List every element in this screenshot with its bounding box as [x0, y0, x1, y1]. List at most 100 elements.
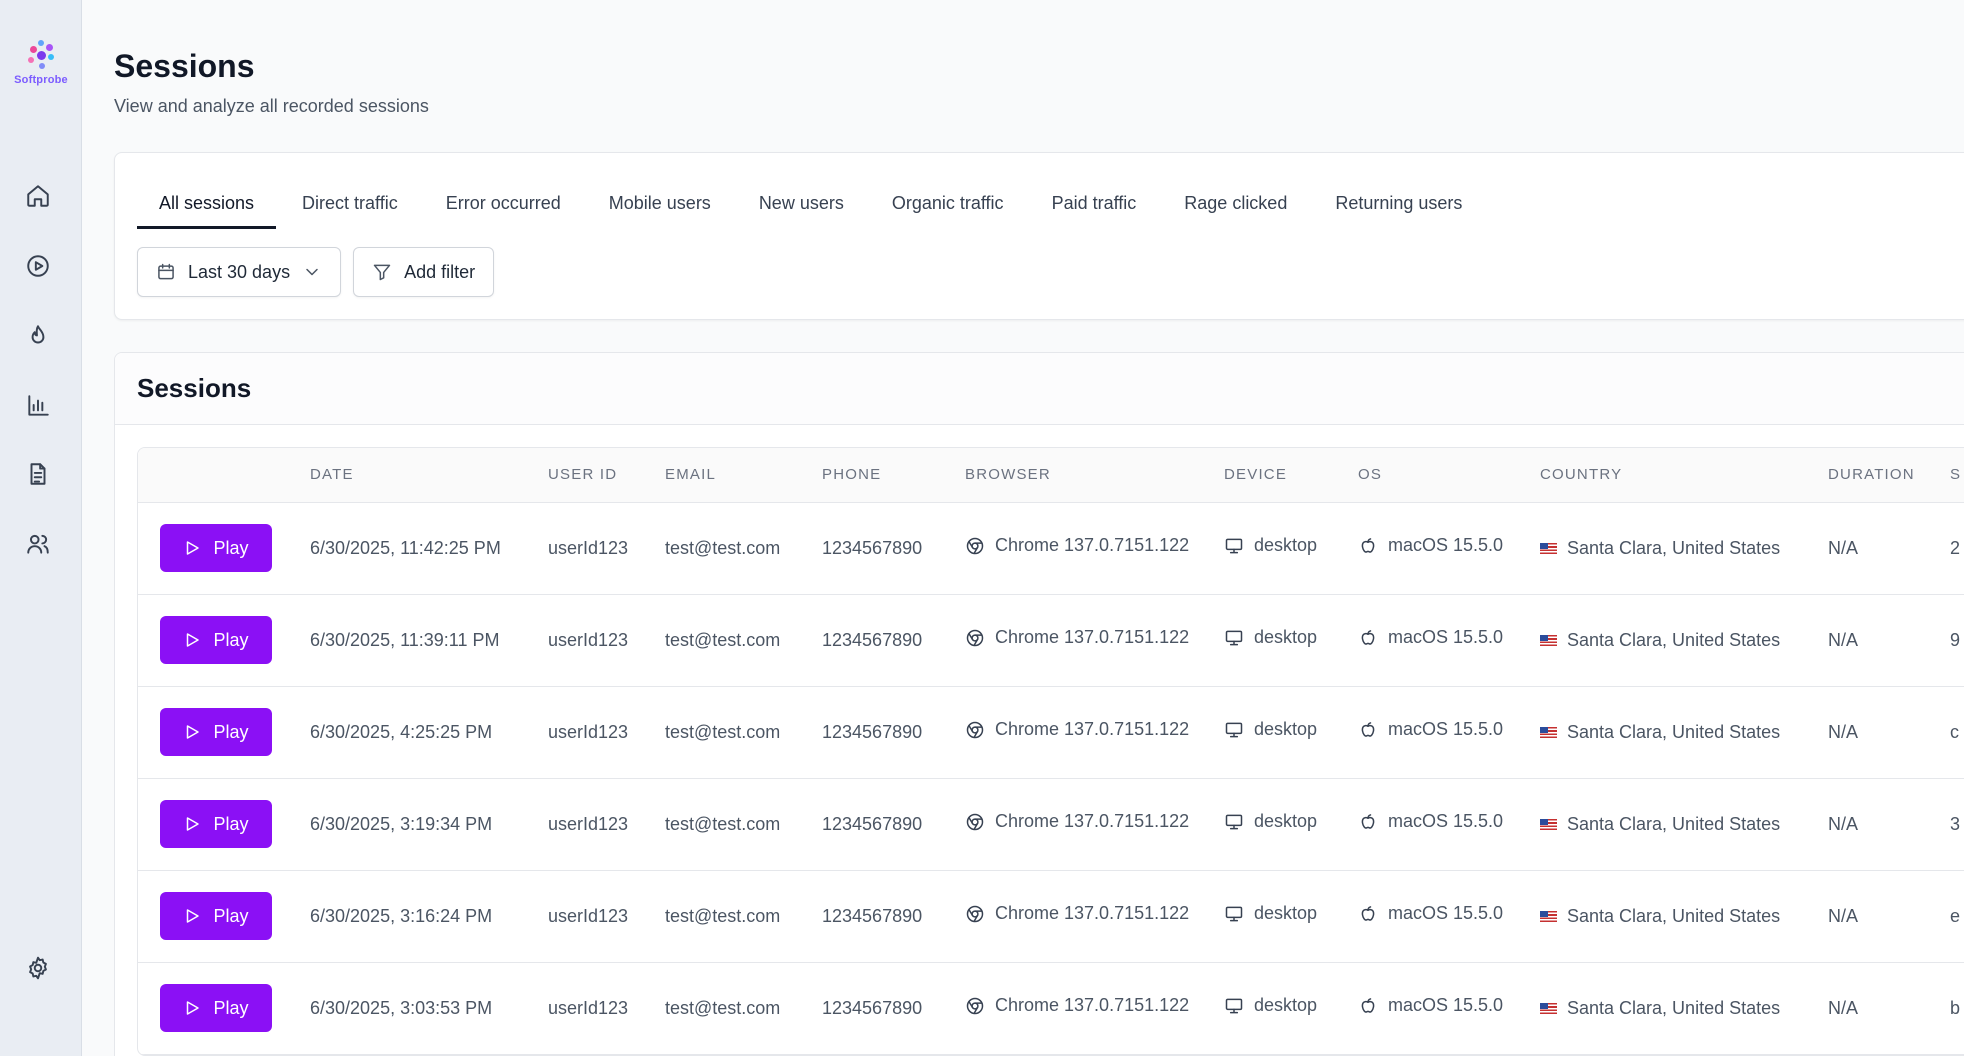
- column-header-phone[interactable]: PHONE: [822, 448, 965, 503]
- table-header-row: DATE USER ID EMAIL PHONE BROWSER DEVICE …: [138, 448, 1964, 503]
- os-label: macOS 15.5.0: [1388, 535, 1504, 556]
- device-label: desktop: [1254, 995, 1318, 1016]
- browser-cell: Chrome 137.0.7151.122: [965, 502, 1224, 594]
- sessions-table: DATE USER ID EMAIL PHONE BROWSER DEVICE …: [138, 448, 1964, 1055]
- tab-mobile-users[interactable]: Mobile users: [587, 181, 733, 229]
- user-id-cell: userId123: [548, 905, 629, 926]
- sidebar-item-replays[interactable]: [22, 250, 54, 282]
- play-icon: [187, 1001, 200, 1015]
- country-cell: Santa Clara, United States: [1540, 502, 1828, 594]
- country-label: Santa Clara, United States: [1567, 813, 1781, 834]
- play-button-label: Play: [213, 997, 249, 1018]
- sidebar-item-settings[interactable]: [22, 952, 54, 984]
- logo[interactable]: Softprobe: [10, 38, 72, 86]
- truncated-cell: 3: [1950, 813, 1961, 834]
- os-cell: macOS 15.5.0: [1358, 962, 1540, 1054]
- duration-cell: N/A: [1828, 537, 1859, 558]
- user-id-cell: userId123: [548, 537, 629, 558]
- play-icon: [187, 725, 200, 739]
- column-header-user-id[interactable]: USER ID: [548, 448, 665, 503]
- play-cell: Play: [138, 962, 310, 1054]
- country-label: Santa Clara, United States: [1567, 905, 1781, 926]
- chrome-icon: [966, 905, 984, 922]
- chrome-icon: [966, 721, 984, 738]
- apple-icon: [1361, 997, 1375, 1013]
- play-button-label: Play: [213, 905, 249, 926]
- device-cell: desktop: [1224, 502, 1358, 594]
- table-row[interactable]: Play 6/30/2025, 3:16:24 PM userId123 tes…: [138, 870, 1964, 962]
- date-cell: 6/30/2025, 3:03:53 PM: [310, 997, 493, 1018]
- tab-rage-clicked[interactable]: Rage clicked: [1162, 181, 1309, 229]
- play-button[interactable]: Play: [160, 800, 272, 848]
- chevron-down-icon: [306, 268, 318, 276]
- duration-cell: N/A: [1828, 813, 1859, 834]
- play-cell: Play: [138, 686, 310, 778]
- column-header-email[interactable]: EMAIL: [665, 448, 822, 503]
- users-icon: [27, 534, 49, 554]
- play-button[interactable]: Play: [160, 524, 272, 572]
- table-row[interactable]: Play 6/30/2025, 11:42:25 PM userId123 te…: [138, 502, 1964, 594]
- play-button[interactable]: Play: [160, 616, 272, 664]
- chrome-icon: [966, 537, 984, 554]
- phone-cell: 1234567890: [822, 537, 923, 558]
- browser-cell: Chrome 137.0.7151.122: [965, 778, 1224, 870]
- browser-label: Chrome 137.0.7151.122: [995, 811, 1190, 832]
- os-cell: macOS 15.5.0: [1358, 594, 1540, 686]
- date-range-select[interactable]: Last 30 days: [137, 247, 342, 297]
- tab-organic-traffic[interactable]: Organic traffic: [870, 181, 1026, 229]
- play-button[interactable]: Play: [160, 708, 272, 756]
- table-row[interactable]: Play 6/30/2025, 3:19:34 PM userId123 tes…: [138, 778, 1964, 870]
- desktop-icon: [1225, 722, 1243, 738]
- play-button[interactable]: Play: [160, 892, 272, 940]
- play-button-label: Play: [213, 813, 249, 834]
- table-row[interactable]: Play 6/30/2025, 11:39:11 PM userId123 te…: [138, 594, 1964, 686]
- tab-new-users[interactable]: New users: [737, 181, 866, 229]
- device-cell: desktop: [1224, 870, 1358, 962]
- sessions-card-title: Sessions: [137, 373, 252, 403]
- truncated-cell: e: [1950, 905, 1961, 926]
- bar-chart-icon: [28, 395, 49, 416]
- email-cell: test@test.com: [665, 813, 781, 834]
- column-header-device[interactable]: DEVICE: [1224, 448, 1358, 503]
- duration-cell: N/A: [1828, 905, 1859, 926]
- duration-cell: N/A: [1828, 721, 1859, 742]
- country-label: Santa Clara, United States: [1567, 997, 1781, 1018]
- sidebar-item-reports[interactable]: [22, 458, 54, 490]
- add-filter-button[interactable]: Add filter: [353, 247, 495, 297]
- us-flag-icon: [1540, 542, 1557, 554]
- browser-label: Chrome 137.0.7151.122: [995, 903, 1190, 924]
- play-cell: Play: [138, 778, 310, 870]
- tab-returning-users[interactable]: Returning users: [1313, 181, 1484, 229]
- play-icon: [187, 633, 200, 647]
- tab-all-sessions[interactable]: All sessions: [137, 181, 277, 229]
- column-header-truncated[interactable]: S: [1950, 448, 1964, 503]
- column-header-country[interactable]: COUNTRY: [1540, 448, 1828, 503]
- truncated-cell: c: [1950, 721, 1959, 742]
- sidebar-item-analytics[interactable]: [22, 390, 54, 422]
- desktop-icon: [1225, 538, 1243, 554]
- sidebar-item-heatmaps[interactable]: [22, 320, 54, 352]
- table-row[interactable]: Play 6/30/2025, 3:03:53 PM userId123 tes…: [138, 962, 1964, 1054]
- column-header-duration[interactable]: DURATION: [1828, 448, 1950, 503]
- sidebar-item-home[interactable]: [22, 180, 54, 212]
- play-button[interactable]: Play: [160, 984, 272, 1032]
- us-flag-icon: [1540, 1002, 1557, 1014]
- truncated-cell: 2: [1950, 537, 1961, 558]
- column-header-os[interactable]: OS: [1358, 448, 1540, 503]
- device-cell: desktop: [1224, 594, 1358, 686]
- sidebar-item-users[interactable]: [22, 528, 54, 560]
- column-header-browser[interactable]: BROWSER: [965, 448, 1224, 503]
- tab-paid-traffic[interactable]: Paid traffic: [1030, 181, 1159, 229]
- browser-cell: Chrome 137.0.7151.122: [965, 870, 1224, 962]
- country-cell: Santa Clara, United States: [1540, 594, 1828, 686]
- tab-direct-traffic[interactable]: Direct traffic: [280, 181, 420, 229]
- sessions-card-header: Sessions: [115, 353, 1964, 425]
- play-button-label: Play: [213, 537, 249, 558]
- tab-error-occurred[interactable]: Error occurred: [424, 181, 583, 229]
- browser-cell: Chrome 137.0.7151.122: [965, 962, 1224, 1054]
- table-row[interactable]: Play 6/30/2025, 4:25:25 PM userId123 tes…: [138, 686, 1964, 778]
- device-cell: desktop: [1224, 686, 1358, 778]
- column-header-date[interactable]: DATE: [310, 448, 548, 503]
- user-id-cell: userId123: [548, 721, 629, 742]
- desktop-icon: [1225, 998, 1243, 1014]
